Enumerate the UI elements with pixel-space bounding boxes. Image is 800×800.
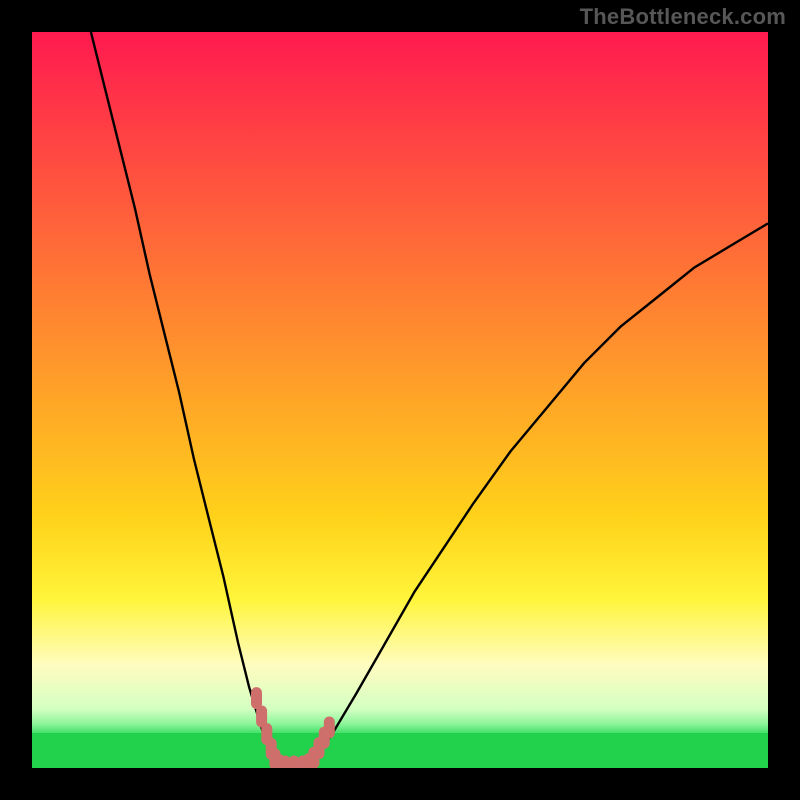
- chart-frame: TheBottleneck.com: [0, 0, 800, 800]
- highlight-markers: [32, 32, 768, 768]
- marker-point: [324, 717, 335, 739]
- watermark-text: TheBottleneck.com: [580, 4, 786, 30]
- plot-area: [32, 32, 768, 768]
